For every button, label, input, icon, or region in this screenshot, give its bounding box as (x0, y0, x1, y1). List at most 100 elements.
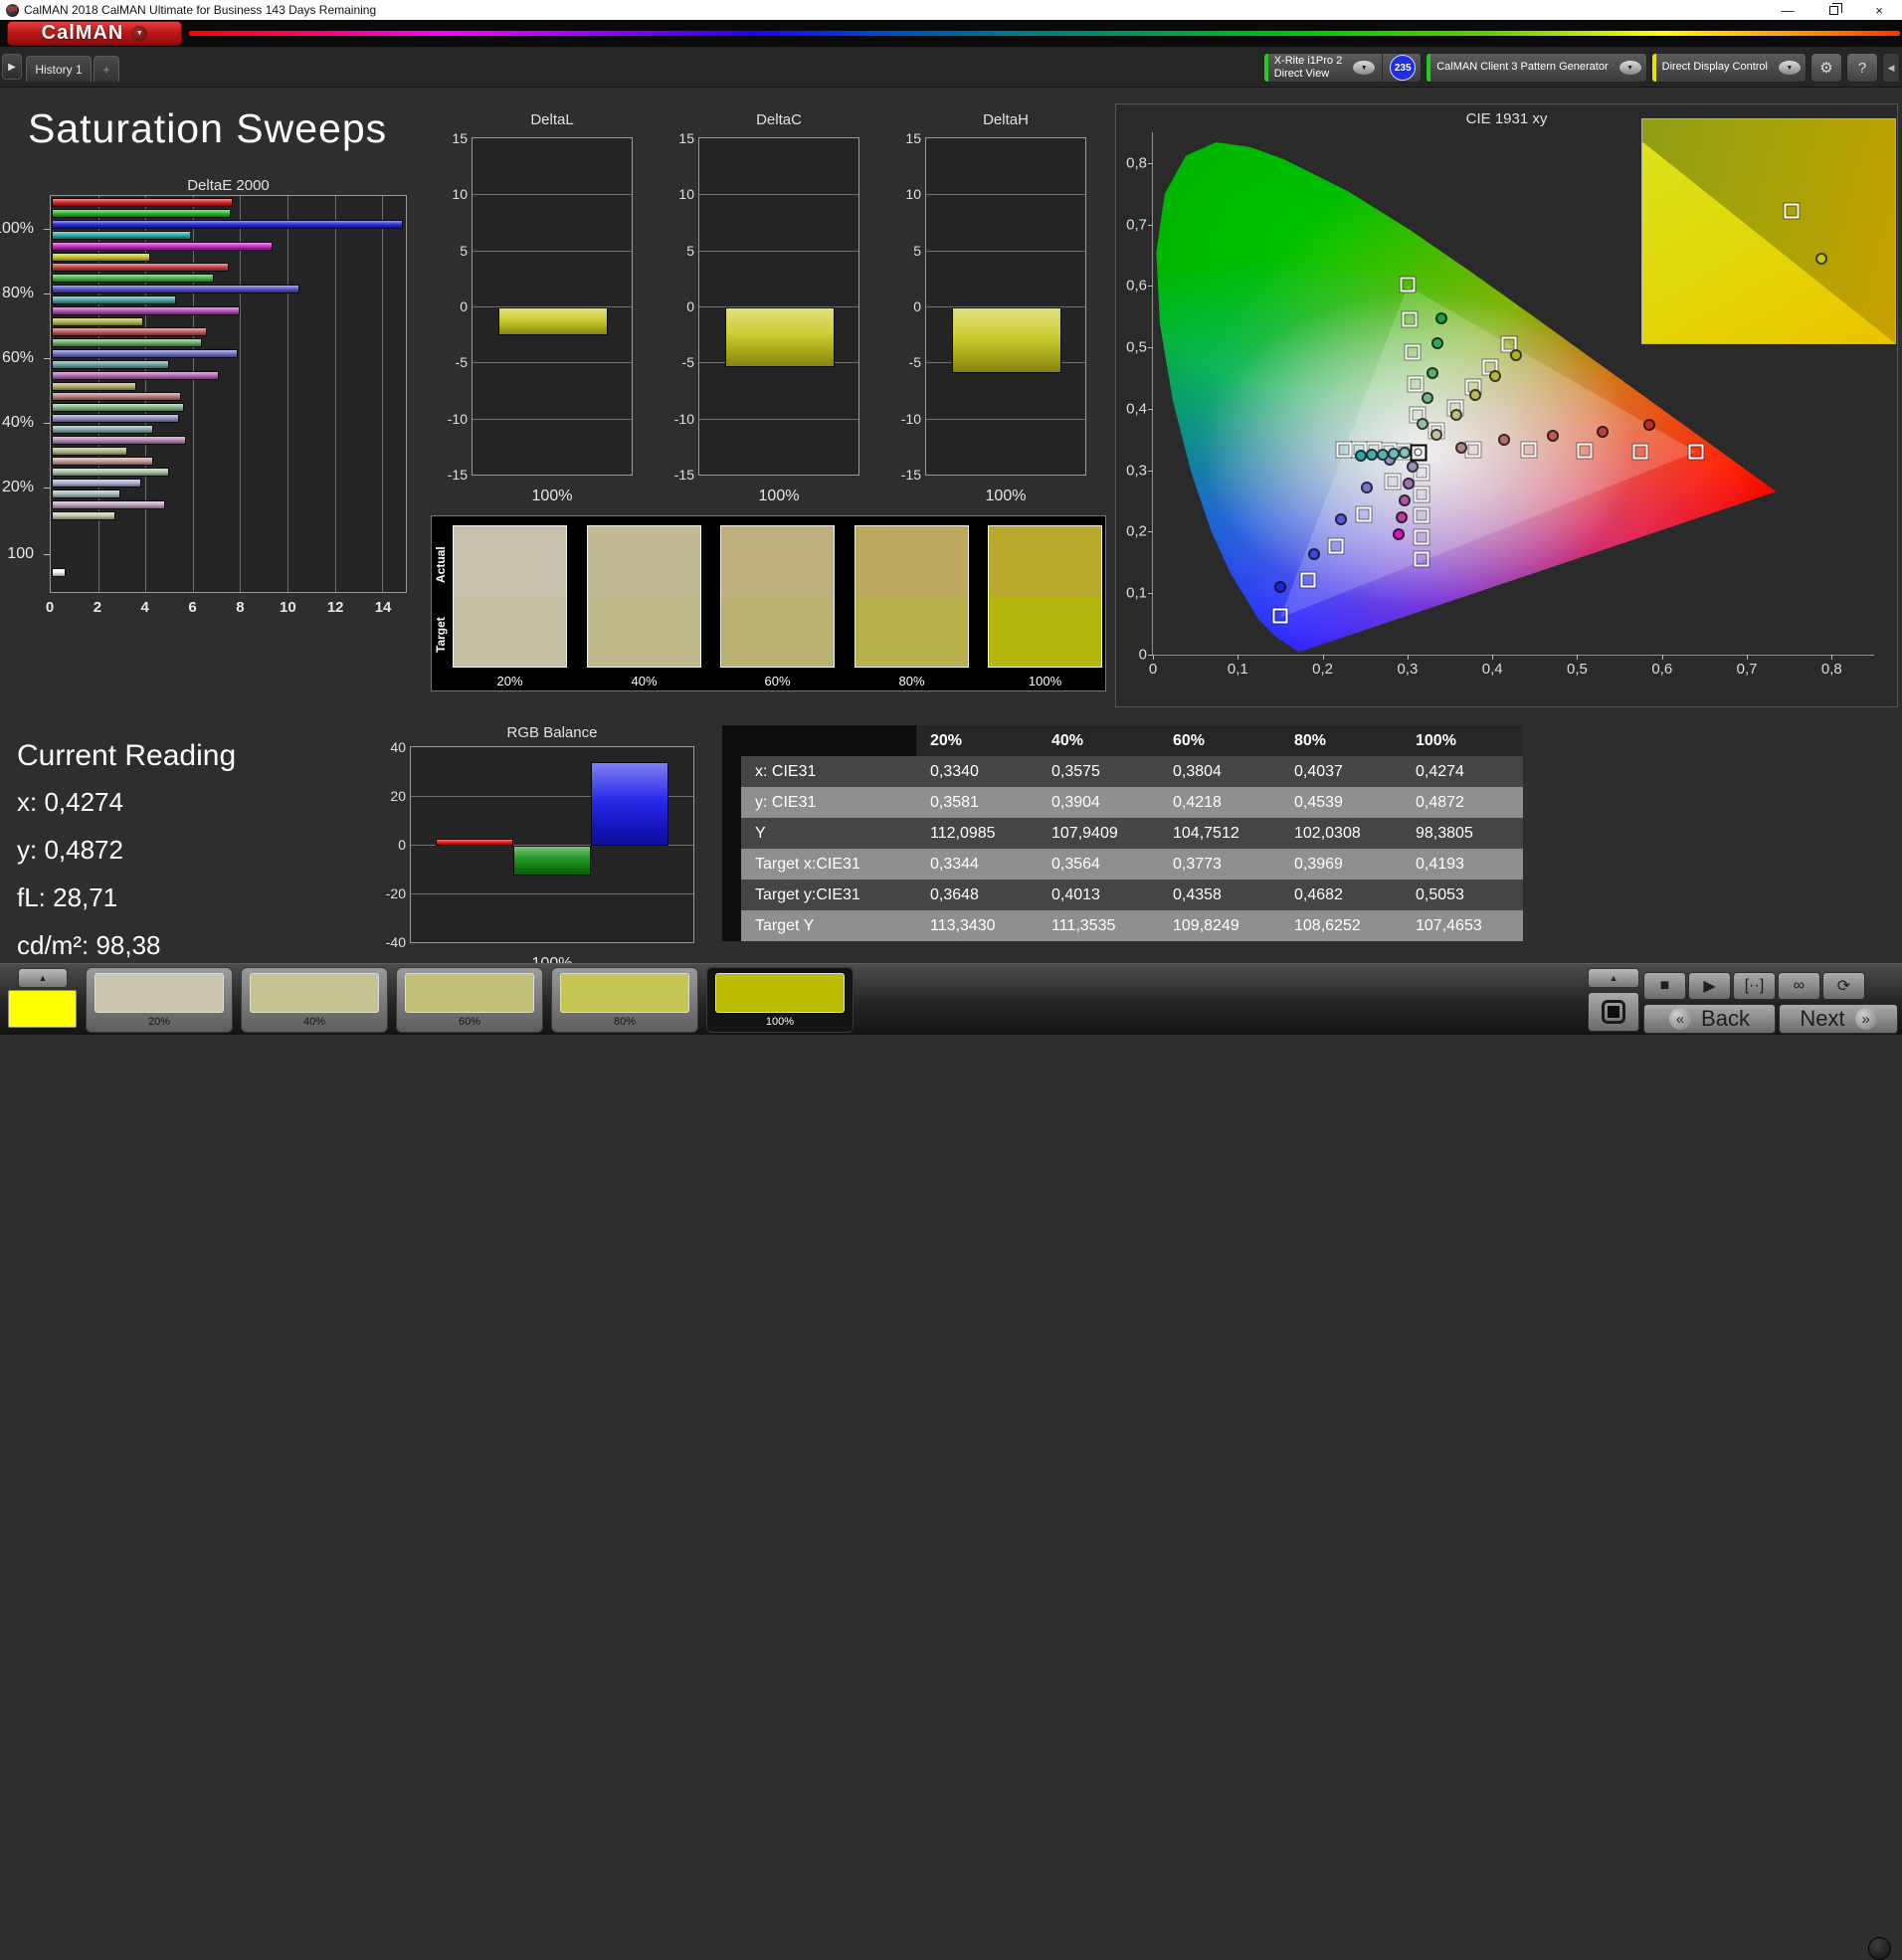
target-swatch (454, 596, 566, 667)
help-button[interactable]: ? (1846, 53, 1878, 83)
cie-y-tick (1148, 470, 1153, 472)
frame-range-button[interactable]: [··] (1733, 972, 1776, 1000)
cell-value: 112,0985 (916, 818, 1038, 849)
gridline (473, 418, 632, 420)
meter-dropdown[interactable]: X-Rite i1Pro 2 Direct View ▼ 235 (1262, 53, 1423, 83)
tab-history-1[interactable]: History 1 (26, 56, 92, 82)
cell-value: 0,4013 (1038, 880, 1159, 910)
y-tick-label: 10 (678, 186, 694, 203)
deltae2000-title: DeltaE 2000 (187, 177, 270, 194)
blue-bar (591, 761, 668, 846)
minimize-button[interactable]: — (1765, 0, 1810, 20)
y-tick-label: -5 (908, 354, 921, 371)
chevron-down-icon: ▼ (1353, 61, 1376, 75)
expand-transport-tray-button[interactable]: ▲ (1588, 968, 1639, 988)
pattern-button-80%[interactable]: 80% (551, 967, 698, 1033)
calman-logo-menu[interactable]: CalMAN ▼ (7, 21, 182, 46)
table-row: Target y:CIE31 0,3648 0,4013 0,4358 0,4682 0,… (741, 880, 1523, 910)
pattern-label: 100% (765, 1016, 795, 1028)
cie-y-tick-label: 0,5 (1126, 338, 1147, 356)
y-tick (44, 229, 50, 230)
cie-target-marker-blue (1300, 572, 1316, 588)
deltal-chart: DeltaL 15 10 5 0 -5 -10 -15 100% (426, 111, 633, 529)
cie-x-tick-label: 0,3 (1397, 661, 1419, 678)
target-swatch (588, 596, 700, 667)
cell-value: 0,3904 (1038, 787, 1159, 818)
cie-measured-marker-yellow (1429, 428, 1442, 441)
green-bar (513, 846, 591, 876)
frame-icon (1602, 1000, 1625, 1024)
deltah-title: DeltaH (983, 111, 1029, 128)
cie-y-tick-label: 0,4 (1126, 400, 1147, 418)
table-row: x: CIE31 0,3340 0,3575 0,3804 0,4037 0,4274 (741, 756, 1523, 787)
collapse-panel-button[interactable]: ◀ (1882, 53, 1900, 83)
restore-button[interactable] (1810, 0, 1856, 20)
cie-target-marker-blue (1356, 506, 1372, 522)
cie-measured-marker-magenta (1399, 493, 1412, 506)
pattern-window-button[interactable] (1588, 992, 1639, 1032)
cie-white-point-marker (1410, 444, 1427, 462)
current-reading: Current Reading x: 0,4274 y: 0,4872 fL: 28… (17, 739, 236, 978)
expand-pattern-tray-button[interactable]: ▲ (18, 968, 68, 988)
cie-measured-marker-red (1597, 426, 1610, 439)
source-dropdown[interactable]: CalMAN Client 3 Pattern Generator ▼ (1426, 53, 1647, 83)
y-category-label: 100% (0, 220, 34, 237)
expand-workflow-button[interactable]: ▶ (2, 54, 22, 80)
next-button[interactable]: Next » (1779, 1004, 1898, 1034)
stop-button[interactable]: ■ (1643, 972, 1686, 1000)
current-reading-title: Current Reading (17, 739, 237, 772)
y-tick-label: 20 (390, 788, 406, 804)
add-tab-button[interactable]: + (94, 56, 119, 82)
cell-value: 113,3430 (916, 910, 1038, 941)
play-button[interactable]: ▶ (1688, 972, 1731, 1000)
close-button[interactable]: × (1856, 0, 1902, 20)
toolbar: ▶ History 1 + X-Rite i1Pro 2 Direct View… (0, 47, 1902, 88)
cie-target-marker-magenta (1414, 507, 1429, 523)
back-button[interactable]: « Back (1643, 1004, 1776, 1034)
cie-inset-gamut-edge (1642, 141, 1895, 343)
repeat-button[interactable]: ⟳ (1822, 972, 1865, 1000)
y-tick (44, 554, 50, 555)
red-bar (436, 838, 513, 846)
settings-button[interactable]: ⚙ (1810, 53, 1842, 83)
bar (52, 317, 144, 326)
cie-y-tick-label: 0,3 (1126, 462, 1147, 480)
pattern-button-60%[interactable]: 60% (396, 967, 543, 1033)
deltal-title: DeltaL (530, 111, 574, 128)
swatch-100% (988, 525, 1102, 668)
table-header: 20% (916, 725, 1038, 756)
table-header: 40% (1038, 725, 1159, 756)
continuous-button[interactable]: ∞ (1778, 972, 1820, 1000)
bar (52, 414, 179, 423)
pattern-button-40%[interactable]: 40% (241, 967, 388, 1033)
x-tick-label: 2 (93, 599, 102, 616)
y-tick-label: 10 (452, 186, 468, 203)
cell-value: 0,3575 (1038, 756, 1159, 787)
bar (52, 511, 115, 520)
bar (52, 457, 153, 466)
cie-measured-marker-red (1498, 434, 1511, 447)
cell-value: 107,4653 (1402, 910, 1523, 941)
cie-x-tick-label: 0,4 (1481, 661, 1503, 678)
bracket-icon: [··] (1744, 977, 1765, 994)
cell-value: 108,6252 (1280, 910, 1402, 941)
row-label: y: CIE31 (741, 787, 916, 818)
pattern-button-100%[interactable]: 100% (706, 967, 854, 1033)
swatch-20% (453, 525, 567, 668)
pattern-button-20%[interactable]: 20% (86, 967, 233, 1033)
y-tick-label: 5 (913, 242, 921, 259)
gear-icon: ⚙ (1819, 60, 1833, 77)
cie-measured-marker-magenta (1407, 461, 1419, 473)
display-control-dropdown[interactable]: Direct Display Control ▼ (1650, 53, 1807, 83)
actual-swatch (588, 526, 700, 597)
deltae2000-y-axis: 100% 80% 60% 40% 20% 100 (0, 195, 50, 593)
cie-target-marker-red (1521, 442, 1537, 458)
bar (52, 242, 274, 251)
titlebar: CM CalMAN 2018 CalMAN Ultimate for Busin… (0, 0, 1902, 20)
cell-value: 0,3581 (916, 787, 1038, 818)
bar (52, 479, 141, 488)
rainbow-divider (189, 31, 1900, 36)
cie-x-tick-label: 0,2 (1312, 661, 1334, 678)
swatch-80% (855, 525, 969, 668)
cie-x-tick-label: 0,8 (1820, 661, 1842, 678)
